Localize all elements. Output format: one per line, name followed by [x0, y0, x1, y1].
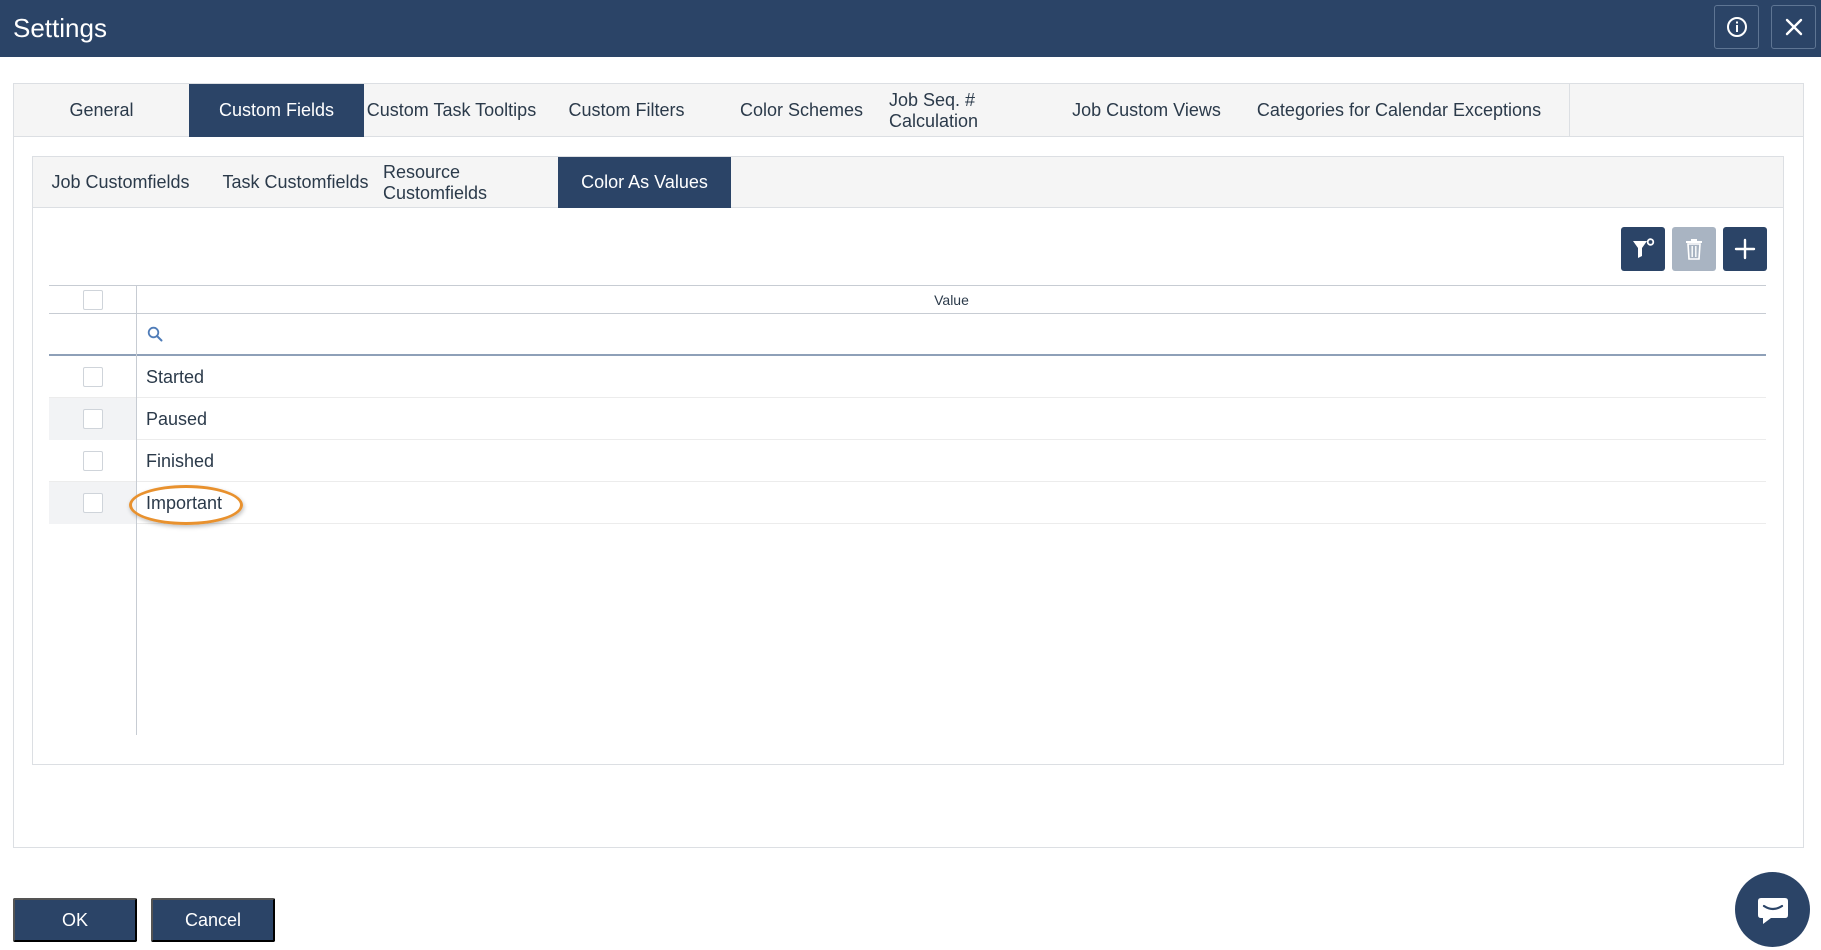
cancel-button[interactable]: Cancel — [151, 898, 275, 942]
tab-general[interactable]: General — [14, 84, 189, 137]
row-checkbox[interactable] — [83, 451, 103, 471]
tab-custom-task-tooltips[interactable]: Custom Task Tooltips — [364, 84, 539, 137]
row-checkbox[interactable] — [83, 367, 103, 387]
close-icon — [1785, 18, 1802, 36]
filter-clear-icon — [1633, 238, 1655, 258]
plus-icon — [1734, 238, 1756, 260]
select-all-checkbox[interactable] — [83, 290, 103, 310]
row-checkbox[interactable] — [83, 409, 103, 429]
grid-filter-row — [49, 314, 1766, 356]
column-divider — [136, 285, 137, 735]
close-button[interactable] — [1771, 5, 1816, 49]
delete-button[interactable] — [1672, 227, 1716, 271]
subtab-resource-customfields[interactable]: Resource Customfields — [383, 157, 558, 208]
custom-fields-content: Job Customfields Task Customfields Resou… — [32, 156, 1784, 765]
tab-custom-filters[interactable]: Custom Filters — [539, 84, 714, 137]
custom-fields-subtabs: Job Customfields Task Customfields Resou… — [33, 157, 1783, 208]
row-value: Finished — [146, 451, 215, 471]
settings-panel: General Custom Fields Custom Task Toolti… — [13, 83, 1804, 848]
table-row[interactable]: Important — [49, 482, 1766, 524]
settings-tabs: General Custom Fields Custom Task Toolti… — [14, 84, 1803, 137]
row-value: Important — [146, 493, 223, 513]
info-button[interactable] — [1714, 5, 1759, 49]
ok-button[interactable]: OK — [13, 898, 137, 942]
chat-button[interactable] — [1735, 872, 1810, 947]
row-checkbox[interactable] — [83, 493, 103, 513]
table-row[interactable]: Finished — [49, 440, 1766, 482]
subtab-color-as-values[interactable]: Color As Values — [558, 157, 731, 208]
tab-color-schemes[interactable]: Color Schemes — [714, 84, 889, 137]
title-bar: Settings — [0, 0, 1821, 57]
tab-job-custom-views[interactable]: Job Custom Views — [1064, 84, 1229, 137]
search-icon — [147, 326, 163, 342]
values-grid: Value Started Paused Finished Important — [49, 285, 1766, 735]
subtab-job-customfields[interactable]: Job Customfields — [33, 157, 208, 208]
value-column-header[interactable]: Value — [137, 286, 1766, 314]
clear-filter-button[interactable] — [1621, 227, 1665, 271]
row-value: Paused — [146, 409, 208, 429]
info-icon — [1726, 17, 1747, 37]
grid-header: Value — [49, 285, 1766, 314]
tab-categories-calendar-exceptions[interactable]: Categories for Calendar Exceptions — [1229, 84, 1570, 137]
row-value: Started — [146, 367, 205, 387]
subtab-task-customfields[interactable]: Task Customfields — [208, 157, 383, 208]
chat-icon — [1757, 897, 1788, 924]
tab-custom-fields[interactable]: Custom Fields — [189, 84, 364, 137]
add-button[interactable] — [1723, 227, 1767, 271]
value-filter-input[interactable] — [169, 320, 1749, 348]
tab-job-seq-calculation[interactable]: Job Seq. # Calculation — [889, 84, 1064, 137]
table-row[interactable]: Paused — [49, 398, 1766, 440]
table-row[interactable]: Started — [49, 356, 1766, 398]
window-title: Settings — [13, 13, 107, 43]
trash-icon — [1686, 239, 1702, 260]
